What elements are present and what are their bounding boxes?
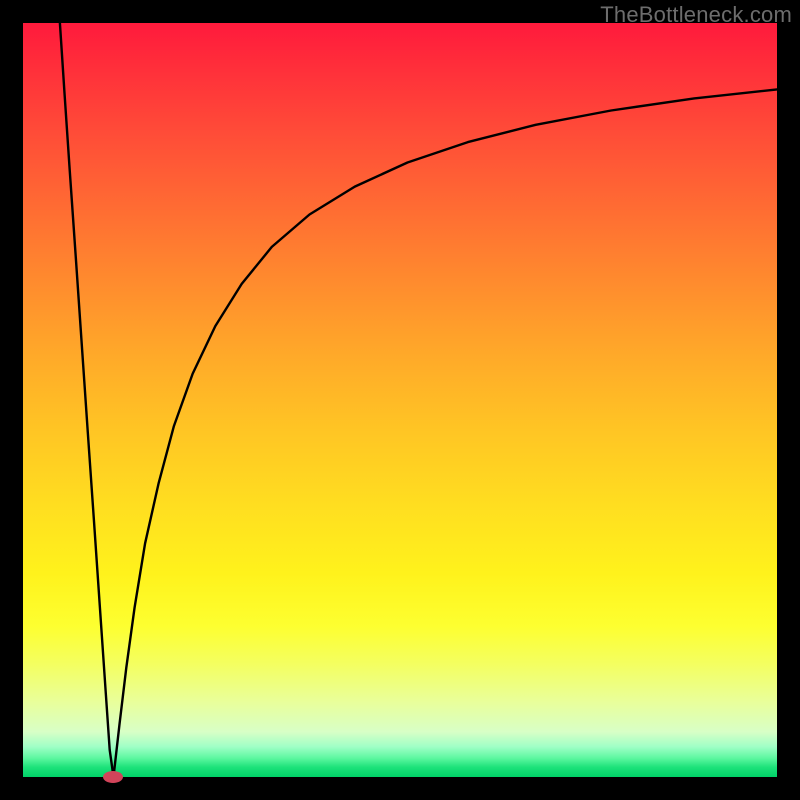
curve-left-branch: [60, 23, 114, 777]
curve-right-branch: [114, 89, 778, 777]
bottleneck-curve: [23, 23, 777, 777]
chart-frame: [23, 23, 777, 777]
watermark-text: TheBottleneck.com: [600, 2, 792, 28]
notch-marker: [103, 771, 123, 783]
